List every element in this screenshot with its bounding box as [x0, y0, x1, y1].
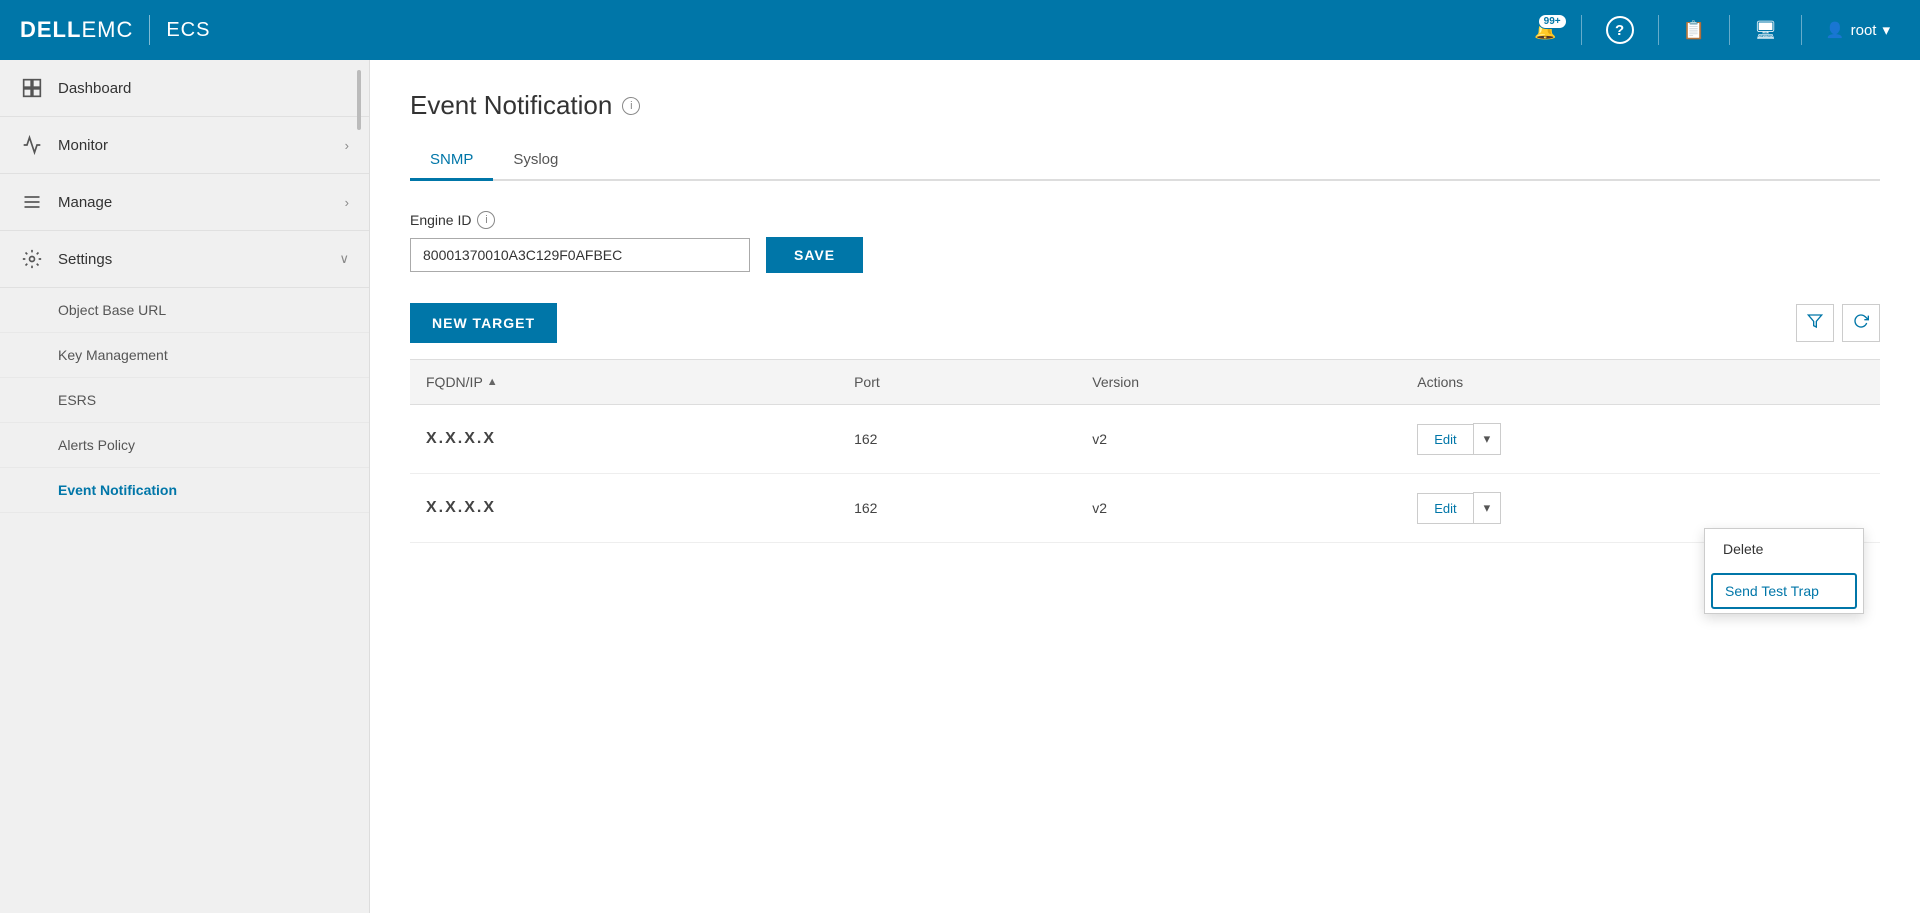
engine-id-info-icon[interactable]: i: [477, 211, 495, 229]
engine-id-input[interactable]: [410, 238, 750, 272]
sidebar-item-manage-label: Manage: [58, 194, 331, 211]
sidebar-item-key-management[interactable]: Key Management: [0, 333, 369, 378]
nav-divider-2: [1658, 15, 1659, 45]
user-label: root: [1851, 22, 1877, 39]
sidebar-item-monitor[interactable]: Monitor ›: [0, 117, 369, 174]
data-table: FQDN/IP ▲ Port Version Actions: [410, 359, 1880, 543]
sidebar-item-settings[interactable]: Settings ∨: [0, 231, 369, 288]
col-port: Port: [838, 360, 1076, 405]
fqdn-sort-icon: ▲: [487, 376, 498, 388]
tasks-button[interactable]: 📋: [1673, 14, 1715, 47]
main-layout: Dashboard Monitor › Manage ›: [0, 60, 1920, 913]
navbar-icons: 🔔 99+ ? 📋 🖥 👤 root ▾: [1524, 10, 1900, 50]
edit-button-2[interactable]: Edit: [1417, 493, 1472, 524]
dropdown-arrow-icon: ▾: [1484, 431, 1491, 446]
notifications-button[interactable]: 🔔 99+: [1524, 14, 1566, 47]
sidebar-item-settings-label: Settings: [58, 251, 325, 268]
sidebar-item-esrs-label: ESRS: [58, 392, 96, 408]
tab-syslog[interactable]: Syslog: [493, 141, 578, 181]
dropdown-arrow-icon-2: ▾: [1484, 500, 1491, 515]
cell-actions-1: Edit ▾: [1401, 405, 1880, 474]
settings-icon: [20, 247, 44, 271]
help-button[interactable]: ?: [1596, 10, 1644, 50]
save-button[interactable]: SAVE: [766, 237, 863, 273]
cell-port-1: 162: [838, 405, 1076, 474]
brand-logo: DELLEMC ECS: [20, 15, 210, 45]
brand-divider: [149, 15, 150, 45]
cell-fqdn-1: X.X.X.X: [410, 405, 838, 474]
user-icon: 👤: [1826, 21, 1845, 39]
action-group-2: Edit ▾ Delete Send Test Trap: [1417, 492, 1864, 524]
refresh-icon: [1853, 313, 1869, 334]
engine-id-label: Engine ID i: [410, 211, 1880, 229]
engine-id-row: SAVE: [410, 237, 1880, 273]
sidebar-item-object-base-url-label: Object Base URL: [58, 302, 166, 318]
monitor-chevron-icon: ›: [345, 138, 349, 153]
table-toolbar: NEW TARGET: [410, 303, 1880, 343]
tab-snmp[interactable]: SNMP: [410, 141, 493, 181]
dropdown-menu: Delete Send Test Trap: [1704, 528, 1864, 614]
brand-dell: DELLEMC: [20, 17, 133, 43]
cell-port-2: 162: [838, 474, 1076, 543]
filter-icon: [1807, 313, 1823, 334]
sidebar-item-event-notification-label: Event Notification: [58, 482, 177, 498]
sidebar-item-event-notification[interactable]: Event Notification: [0, 468, 369, 513]
table-header-row: FQDN/IP ▲ Port Version Actions: [410, 360, 1880, 405]
col-fqdn[interactable]: FQDN/IP ▲: [410, 360, 838, 405]
manage-chevron-icon: ›: [345, 195, 349, 210]
user-menu-button[interactable]: 👤 root ▾: [1816, 15, 1900, 45]
sidebar-item-dashboard-label: Dashboard: [58, 80, 349, 97]
sidebar-item-monitor-label: Monitor: [58, 137, 331, 154]
sidebar-item-alerts-policy-label: Alerts Policy: [58, 437, 135, 453]
tabs: SNMP Syslog: [410, 141, 1880, 181]
sidebar: Dashboard Monitor › Manage ›: [0, 60, 370, 913]
scrollbar[interactable]: [357, 70, 361, 130]
sidebar-item-key-management-label: Key Management: [58, 347, 168, 363]
sidebar-item-dashboard[interactable]: Dashboard: [0, 60, 369, 117]
edit-button-1[interactable]: Edit: [1417, 424, 1472, 455]
tasks-icon: 📋: [1683, 20, 1705, 41]
brand-product: ECS: [166, 19, 210, 42]
refresh-button[interactable]: [1842, 304, 1880, 342]
action-group-1: Edit ▾: [1417, 423, 1864, 455]
nav-divider-1: [1581, 15, 1582, 45]
cell-actions-2: Edit ▾ Delete Send Test Trap: [1401, 474, 1880, 543]
sidebar-item-manage[interactable]: Manage ›: [0, 174, 369, 231]
nav-divider-4: [1801, 15, 1802, 45]
dropdown-send-test-trap[interactable]: Send Test Trap: [1711, 573, 1857, 609]
table-actions: [1796, 304, 1880, 342]
cell-version-2: v2: [1076, 474, 1401, 543]
new-target-button[interactable]: NEW TARGET: [410, 303, 557, 343]
dashboard-icon: [20, 76, 44, 100]
settings-chevron-icon: ∨: [339, 251, 349, 267]
monitor-icon-button[interactable]: 🖥: [1744, 14, 1787, 47]
notification-badge: 99+: [1538, 14, 1567, 29]
col-actions: Actions: [1401, 360, 1880, 405]
monitor-icon: 🖥: [1754, 20, 1777, 41]
cell-version-1: v2: [1076, 405, 1401, 474]
manage-icon: [20, 190, 44, 214]
dropdown-toggle-1[interactable]: ▾: [1473, 423, 1502, 455]
main-content: Event Notification i SNMP Syslog Engine …: [370, 60, 1920, 913]
sidebar-item-object-base-url[interactable]: Object Base URL: [0, 288, 369, 333]
dropdown-delete[interactable]: Delete: [1705, 529, 1863, 569]
table-row: X.X.X.X 162 v2 Edit ▾: [410, 405, 1880, 474]
user-chevron-icon: ▾: [1882, 21, 1890, 39]
table-row: X.X.X.X 162 v2 Edit ▾: [410, 474, 1880, 543]
help-icon: ?: [1606, 16, 1634, 44]
nav-divider-3: [1729, 15, 1730, 45]
monitor-nav-icon: [20, 133, 44, 157]
page-title-info-icon[interactable]: i: [622, 97, 640, 115]
dropdown-toggle-2[interactable]: ▾: [1473, 492, 1502, 524]
navbar: DELLEMC ECS 🔔 99+ ? 📋 🖥 👤 root ▾: [0, 0, 1920, 60]
col-version: Version: [1076, 360, 1401, 405]
sidebar-item-alerts-policy[interactable]: Alerts Policy: [0, 423, 369, 468]
sidebar-item-esrs[interactable]: ESRS: [0, 378, 369, 423]
page-title: Event Notification i: [410, 90, 1880, 121]
cell-fqdn-2: X.X.X.X: [410, 474, 838, 543]
filter-button[interactable]: [1796, 304, 1834, 342]
